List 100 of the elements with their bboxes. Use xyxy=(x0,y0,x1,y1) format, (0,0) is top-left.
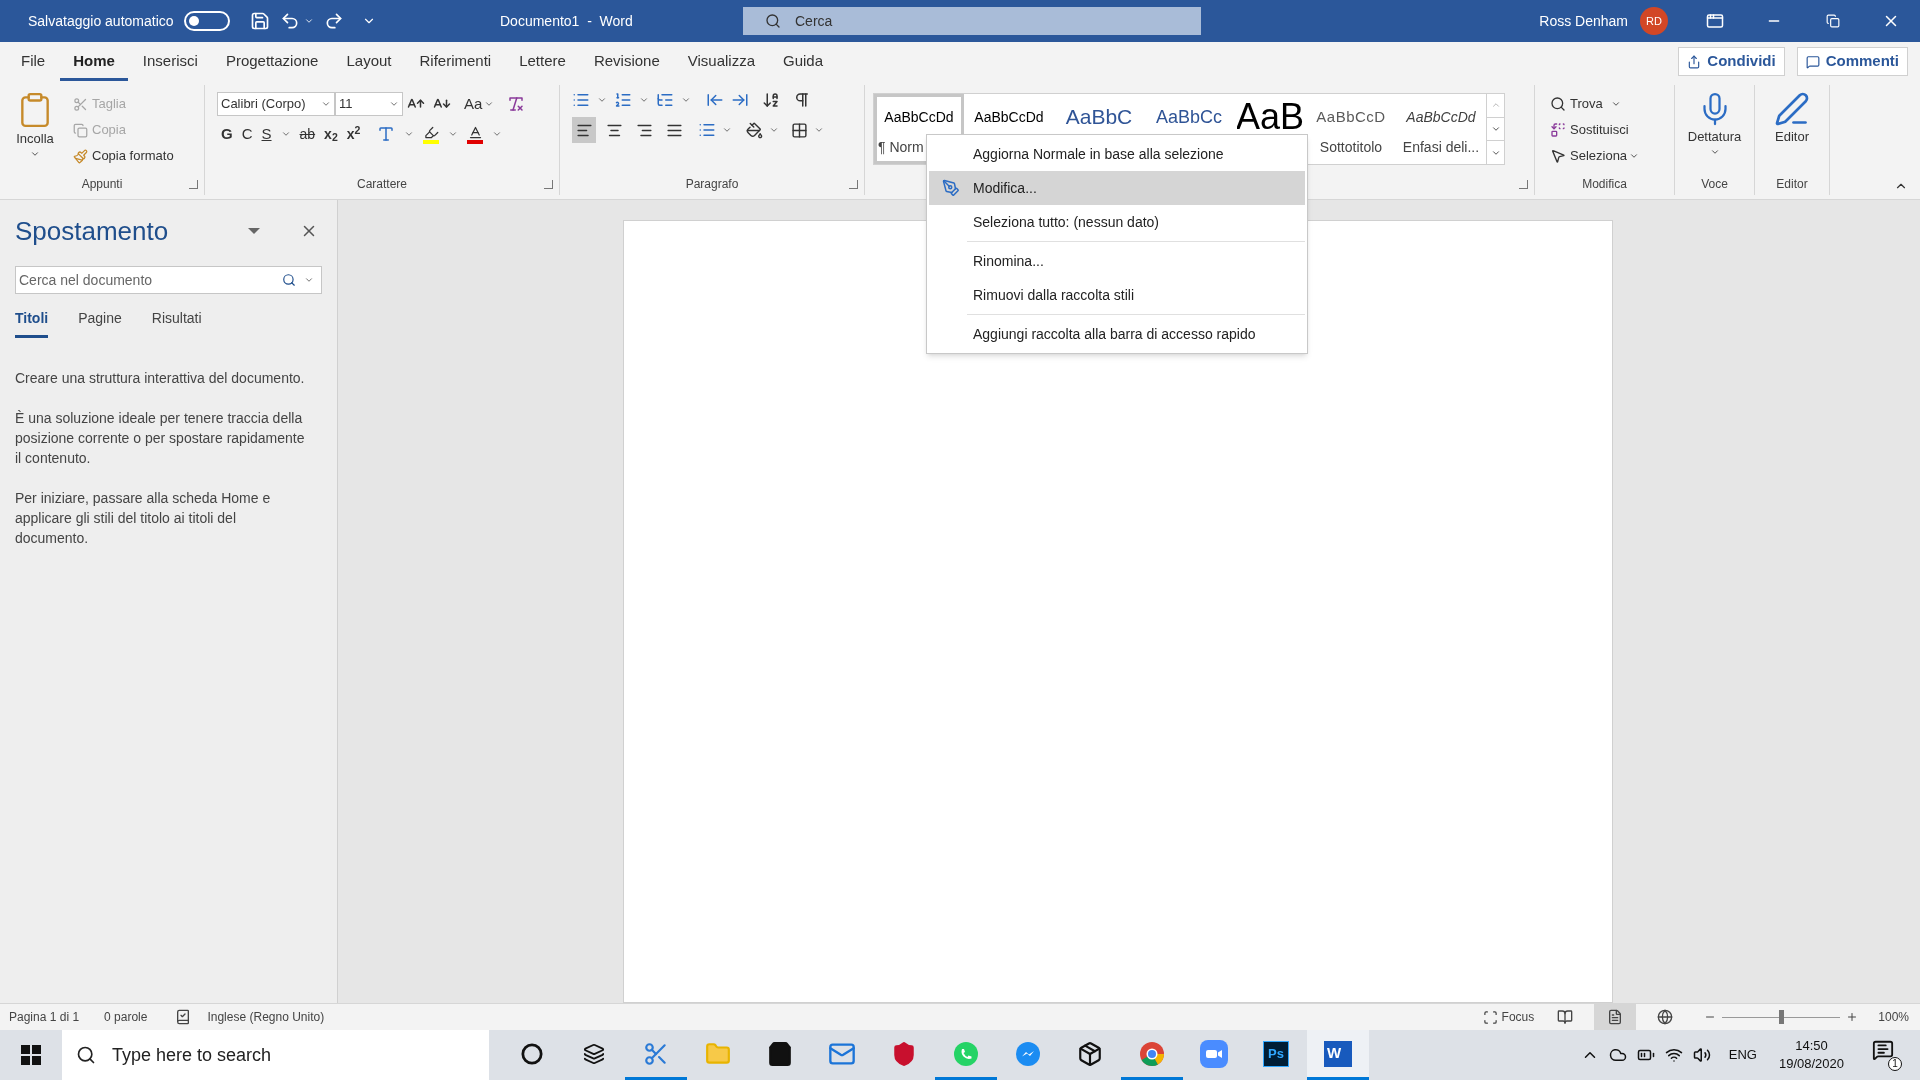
ribbon-tab[interactable]: Lettere xyxy=(506,49,579,81)
taskbar-search-field[interactable]: Type here to search xyxy=(62,1030,489,1080)
style-item[interactable]: AaBbCcD Sottotitolo xyxy=(1306,94,1396,164)
view-button[interactable] xyxy=(1594,1004,1637,1030)
increase-indent-icon[interactable] xyxy=(731,91,749,109)
strikethrough-button[interactable]: ab xyxy=(299,123,316,145)
dialog-launcher-icon[interactable] xyxy=(849,180,858,189)
circle-icon[interactable] xyxy=(521,1042,543,1065)
zoom-in-icon[interactable] xyxy=(1846,1011,1859,1023)
ribbon-tab[interactable]: Revisione xyxy=(580,49,673,81)
underline-button[interactable]: S xyxy=(261,123,272,146)
photoshop-logo[interactable]: Ps xyxy=(1263,1040,1289,1067)
dropdown-caret-icon[interactable] xyxy=(769,125,779,135)
italic-button[interactable]: C xyxy=(241,123,253,146)
ribbon-tab[interactable]: Layout xyxy=(333,49,405,81)
comments-button[interactable]: Commenti xyxy=(1796,47,1908,76)
dropdown-caret-icon[interactable] xyxy=(597,95,607,105)
ribbon-display-icon[interactable] xyxy=(1706,12,1724,30)
line-spacing-icon[interactable] xyxy=(698,121,716,139)
menu-item[interactable]: Modifica... xyxy=(929,171,1305,205)
font-color-button[interactable] xyxy=(467,124,484,144)
notifications-icon[interactable] xyxy=(1872,1039,1894,1061)
dropdown-caret-icon[interactable] xyxy=(639,95,649,105)
undo-icon[interactable] xyxy=(279,11,300,31)
browser-icon[interactable] xyxy=(1139,1040,1165,1067)
menu-item[interactable]: Aggiungi raccolta alla barra di accesso rapido xyxy=(929,317,1305,351)
menu-item[interactable]: Seleziona tutto: (nessun dato) xyxy=(929,205,1305,239)
restore-icon[interactable] xyxy=(1826,14,1840,28)
find-button[interactable]: Trova xyxy=(1547,91,1643,117)
menu-item[interactable]: Rinomina... xyxy=(929,244,1305,278)
select-button[interactable]: Seleziona xyxy=(1547,143,1643,169)
taskbar-button[interactable]: Ps xyxy=(1245,1030,1307,1080)
clock[interactable]: 14:50 19/08/2020 xyxy=(1778,1037,1844,1073)
chat-bubble-icon[interactable] xyxy=(1015,1040,1041,1067)
editor-button[interactable]: Editor xyxy=(1761,91,1823,173)
numbering-icon[interactable] xyxy=(614,91,632,109)
subscript-button[interactable]: x$_{2}$ xyxy=(324,123,338,145)
change-case-button[interactable]: Aa xyxy=(461,91,498,117)
scissors-icon[interactable] xyxy=(643,1040,669,1067)
dropdown-caret-icon[interactable] xyxy=(722,125,732,135)
text-effects-icon[interactable] xyxy=(377,125,396,144)
zoom-thumb[interactable] xyxy=(1779,1010,1785,1024)
video-camera-icon[interactable] xyxy=(1200,1039,1228,1068)
pane-tab[interactable]: Risultati xyxy=(151,308,202,338)
zoom-slider[interactable] xyxy=(1722,1010,1841,1024)
volume-icon[interactable] xyxy=(1692,1046,1711,1064)
share-button[interactable]: Condividi xyxy=(1678,47,1785,76)
zoom-level[interactable]: 100% xyxy=(1878,1008,1909,1026)
pane-tab[interactable]: Pagine xyxy=(78,308,122,338)
taskbar-button[interactable]: W xyxy=(1307,1030,1369,1080)
style-item[interactable]: AaBbCcDd Enfasi deli... xyxy=(1396,94,1486,164)
bullets-icon[interactable] xyxy=(572,91,590,109)
borders-icon[interactable] xyxy=(791,121,808,139)
sort-icon[interactable] xyxy=(762,91,780,109)
font-size-field[interactable]: 11 xyxy=(335,92,403,116)
save-icon[interactable] xyxy=(249,11,270,31)
ribbon-tab[interactable]: Visualizza xyxy=(674,49,769,81)
format-painter-button[interactable]: Copia formato xyxy=(70,143,177,169)
autosave-toggle[interactable] xyxy=(183,11,230,31)
ribbon-tab[interactable]: Inserisci xyxy=(129,49,211,81)
search-field[interactable]: Cerca xyxy=(743,7,1201,35)
bold-button[interactable]: G xyxy=(221,123,233,146)
search-field[interactable]: Cerca nel documento xyxy=(15,266,322,294)
align-left-button[interactable] xyxy=(572,117,596,143)
user-avatar[interactable]: RD xyxy=(1640,7,1668,35)
replace-button[interactable]: Sostituisci xyxy=(1547,117,1643,143)
dropdown-caret-icon[interactable] xyxy=(681,95,691,105)
proofing-icon[interactable] xyxy=(175,1009,192,1025)
decrease-indent-icon[interactable] xyxy=(706,91,724,109)
ribbon-tab[interactable]: Riferimenti xyxy=(406,49,505,81)
dialog-launcher-icon[interactable] xyxy=(544,180,553,189)
shading-icon[interactable] xyxy=(746,121,763,139)
box-icon[interactable] xyxy=(1077,1040,1103,1067)
start-icon[interactable] xyxy=(21,1045,41,1065)
clear-formatting-icon[interactable] xyxy=(507,95,526,113)
multilevel-list-icon[interactable] xyxy=(656,91,674,109)
input-language[interactable]: ENG xyxy=(1728,1045,1757,1065)
menu-item[interactable]: Rimuovi dalla raccolta stili xyxy=(929,278,1305,312)
superscript-button[interactable]: x$^{2}$ xyxy=(346,123,361,145)
cloud-icon[interactable] xyxy=(1608,1046,1627,1064)
ribbon-tab[interactable]: Guida xyxy=(770,49,837,81)
dropdown-caret-icon[interactable] xyxy=(814,125,824,135)
word-logo[interactable]: W xyxy=(1324,1040,1352,1067)
ribbon-tab[interactable]: Progettazione xyxy=(212,49,332,81)
pane-tab[interactable]: Titoli xyxy=(15,308,49,338)
task-view-icon[interactable] xyxy=(583,1042,605,1065)
highlight-button[interactable] xyxy=(423,124,440,144)
shield-icon[interactable] xyxy=(891,1040,917,1067)
focus-button[interactable]: Focus xyxy=(1480,1004,1537,1030)
language-status[interactable]: Inglese (Regno Unito) xyxy=(207,1008,325,1026)
dialog-launcher-icon[interactable] xyxy=(189,180,198,189)
pane-options-icon[interactable] xyxy=(248,228,260,234)
shopping-bag-icon[interactable] xyxy=(767,1040,793,1067)
font-family-field[interactable]: Calibri (Corpo) xyxy=(217,92,335,116)
dialog-launcher-icon[interactable] xyxy=(1519,180,1528,189)
wifi-icon[interactable] xyxy=(1664,1046,1683,1064)
ribbon-tab[interactable]: File xyxy=(8,49,59,81)
show-marks-icon[interactable] xyxy=(793,91,811,109)
paste-button[interactable]: Incolla xyxy=(6,91,64,173)
dictate-button[interactable]: Dettatura xyxy=(1681,91,1748,173)
